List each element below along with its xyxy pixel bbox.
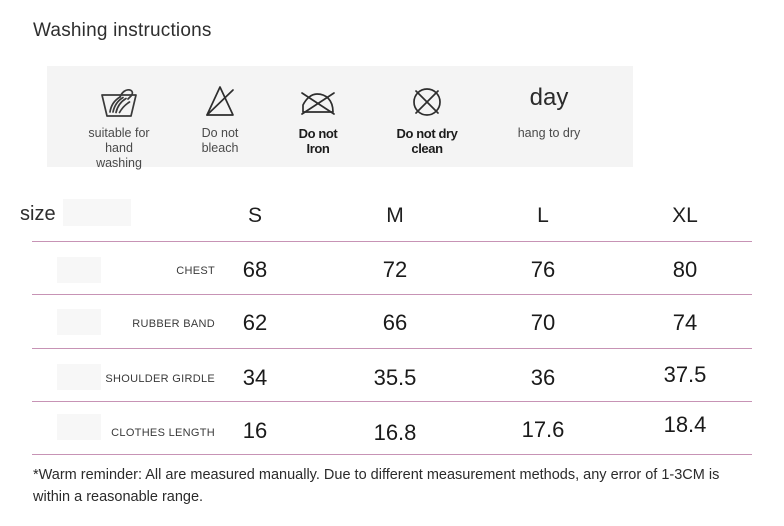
- care-symbols-panel: suitable for hand washing Do not bleach: [47, 66, 633, 170]
- table-divider: [32, 348, 752, 349]
- table-cell: 80: [672, 257, 698, 282]
- table-cell: 18.4: [663, 412, 707, 437]
- measurement-disclaimer: *Warm reminder: All are measured manuall…: [33, 467, 720, 505]
- table-divider: [32, 454, 752, 455]
- row-label: SHOULDER GIRDLE: [105, 373, 215, 385]
- table-cell: 16.8: [373, 420, 417, 445]
- table-cell: 66: [382, 310, 408, 335]
- table-cell: 76: [530, 257, 556, 282]
- care-item-label: suitable for hand washing: [88, 126, 150, 170]
- care-item-label: hang to dry: [517, 126, 581, 140]
- table-cell: 17.6: [521, 417, 565, 442]
- row-label: CLOTHES LENGTH: [111, 427, 215, 439]
- table-cell: 68: [242, 257, 268, 282]
- washing-instructions-section: Washing instructions suitable for hand w…: [0, 0, 784, 186]
- size-column-header: XL: [672, 204, 698, 227]
- do-not-iron-icon: [291, 78, 345, 124]
- row-label: RUBBER BAND: [132, 318, 215, 330]
- do-not-bleach-triangle-icon: [193, 78, 247, 124]
- size-column-header: S: [247, 204, 262, 227]
- hang-to-dry-text-icon: day: [529, 84, 569, 111]
- care-item-label: Do not Iron: [298, 126, 338, 156]
- table-cell: 37.5: [663, 362, 707, 387]
- table-cell: 72: [382, 257, 408, 282]
- size-column-header: L: [537, 204, 549, 227]
- table-cell: 70: [530, 310, 556, 335]
- table-cell: 34: [242, 365, 268, 390]
- hand-wash-basin-icon: [92, 78, 146, 124]
- table-divider: [32, 294, 752, 295]
- size-column-header: M: [386, 204, 404, 227]
- table-cell: 74: [672, 310, 698, 335]
- size-table-heading: size: [20, 203, 56, 225]
- size-heading-backdrop: [63, 199, 131, 226]
- table-divider: [32, 241, 752, 242]
- care-item-do-not-dry-clean: Do not dry clean: [357, 66, 497, 167]
- care-item-hang-to-dry: day hang to dry: [479, 66, 619, 167]
- do-not-dry-clean-circle-icon: [400, 78, 454, 124]
- washing-instructions-title: Washing instructions: [33, 20, 212, 41]
- table-cell: 35.5: [373, 365, 417, 390]
- care-item-label: Do not dry clean: [396, 126, 458, 156]
- table-cell: 16: [242, 418, 268, 443]
- table-cell: 36: [530, 365, 556, 390]
- row-label: CHEST: [176, 265, 215, 277]
- table-cell: 62: [242, 310, 268, 335]
- table-divider: [32, 401, 752, 402]
- care-item-label: Do not bleach: [201, 126, 239, 155]
